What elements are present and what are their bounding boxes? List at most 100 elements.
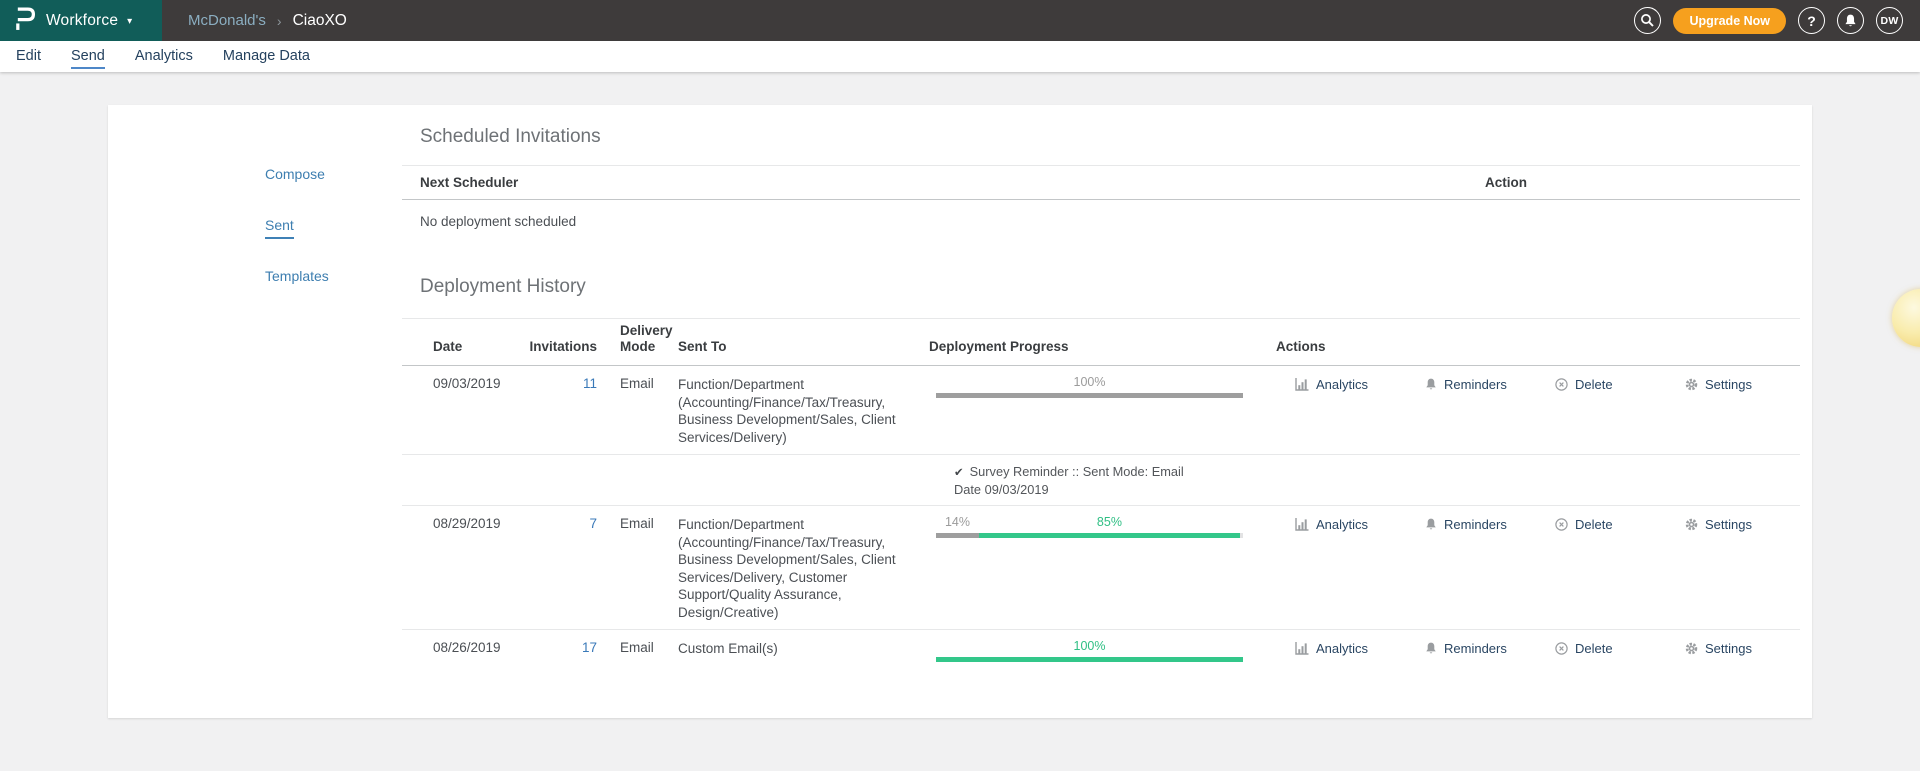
gear-icon — [1685, 642, 1698, 655]
sidebar-item-label: Templates — [265, 269, 329, 290]
product-switcher[interactable]: Workforce ▾ — [0, 0, 162, 41]
sent-to-text: Function/Department (Accounting/Finance/… — [678, 516, 903, 621]
progress-labels: 100% — [936, 376, 1243, 390]
history-table-header: Date Invitations Delivery Mode Sent To D… — [402, 318, 1800, 366]
scheduled-table-header: Next Scheduler Action — [402, 165, 1800, 200]
bar-chart-icon — [1295, 378, 1309, 391]
deployment-date: 08/29/2019 — [402, 516, 522, 531]
circled-x-icon — [1555, 378, 1568, 391]
circled-x-icon — [1555, 518, 1568, 531]
sidebar-item-compose[interactable]: Compose — [265, 167, 329, 188]
reminder-date: Date 09/03/2019 — [954, 482, 1800, 499]
settings-action-link[interactable]: Settings — [1685, 377, 1815, 392]
progress-bar — [936, 657, 1243, 662]
breadcrumb-org-link[interactable]: McDonald's — [188, 12, 266, 29]
deployment-progress-cell: 100% — [927, 640, 1274, 662]
analytics-action-link[interactable]: Analytics — [1295, 377, 1425, 392]
breadcrumb-current-page: CiaoXO — [293, 12, 347, 30]
invitations-cell: 7 — [522, 516, 597, 531]
sidebar-item-label: Compose — [265, 167, 325, 188]
deployment-progress-cell: 14%85% — [927, 516, 1274, 538]
user-avatar[interactable]: DW — [1876, 7, 1903, 34]
progress-bar-group: 100% — [936, 376, 1243, 398]
tab-analytics[interactable]: Analytics — [135, 44, 193, 69]
sent-to-text: Custom Email(s) — [678, 640, 903, 658]
search-button[interactable] — [1634, 7, 1661, 34]
progress-segment — [936, 393, 1243, 398]
column-sent-to: Sent To — [678, 339, 927, 355]
send-page-card: ComposeSentTemplates Scheduled Invitatio… — [108, 105, 1812, 718]
progress-percent-label: 100% — [936, 376, 1243, 390]
bell-icon — [1425, 642, 1437, 655]
action-label: Settings — [1705, 641, 1752, 656]
reminders-action-link[interactable]: Reminders — [1425, 517, 1555, 532]
settings-action-link[interactable]: Settings — [1685, 641, 1815, 656]
help-button[interactable]: ? — [1798, 7, 1825, 34]
action-label: Settings — [1705, 517, 1752, 532]
column-delivery-mode: Delivery Mode — [597, 323, 678, 355]
reminder-line: ✔Survey Reminder :: Sent Mode: Email — [954, 464, 1800, 482]
sent-to-text: Function/Department (Accounting/Finance/… — [678, 376, 903, 446]
sent-to-cell: Custom Email(s) — [678, 640, 927, 658]
progress-bar-group: 14%85% — [936, 516, 1243, 538]
feedback-bubble-button[interactable] — [1892, 289, 1920, 347]
check-icon: ✔ — [954, 467, 964, 479]
actions-cell: AnalyticsRemindersDelete Settings — [1274, 376, 1815, 392]
delete-action-link[interactable]: Delete — [1555, 377, 1685, 392]
delivery-mode: Email — [597, 640, 678, 655]
sent-to-cell: Function/Department (Accounting/Finance/… — [678, 376, 927, 446]
bell-icon — [1425, 378, 1437, 391]
settings-action-link[interactable]: Settings — [1685, 517, 1815, 532]
delete-action-link[interactable]: Delete — [1555, 517, 1685, 532]
top-bar: Workforce ▾ McDonald's › CiaoXO Upgrade … — [0, 0, 1920, 41]
tab-send[interactable]: Send — [71, 44, 105, 69]
send-side-nav: Compose Sent Templates — [265, 167, 329, 320]
history-table-row: 08/26/2019 17 Email Custom Email(s) 100%… — [402, 630, 1800, 673]
progress-percent-label: 85% — [979, 516, 1240, 530]
action-label: Analytics — [1316, 641, 1368, 656]
progress-percent-label: 100% — [936, 640, 1243, 654]
action-label: Analytics — [1316, 517, 1368, 532]
delivery-mode: Email — [597, 376, 678, 391]
topbar-actions: Upgrade Now ? DW — [1622, 0, 1920, 41]
invitations-cell: 17 — [522, 640, 597, 655]
progress-segment — [979, 533, 1240, 538]
analytics-action-link[interactable]: Analytics — [1295, 641, 1425, 656]
analytics-action-link[interactable]: Analytics — [1295, 517, 1425, 532]
upgrade-now-button[interactable]: Upgrade Now — [1673, 8, 1786, 34]
invitations-count-link[interactable]: 7 — [589, 516, 597, 531]
reminders-action-link[interactable]: Reminders — [1425, 641, 1555, 656]
notifications-button[interactable] — [1837, 7, 1864, 34]
tab-edit[interactable]: Edit — [16, 44, 41, 69]
scheduled-empty-text: No deployment scheduled — [402, 200, 1800, 230]
progress-bar-group: 100% — [936, 640, 1243, 662]
column-next-scheduler: Next Scheduler — [402, 175, 1485, 190]
deployment-progress-cell: 100% — [927, 376, 1274, 398]
deployment-history-title: Deployment History — [402, 276, 1800, 298]
progress-bar — [936, 393, 1243, 398]
delete-action-link[interactable]: Delete — [1555, 641, 1685, 656]
history-table-row: 09/03/2019 11 Email Function/Department … — [402, 366, 1800, 455]
tab-manage-data[interactable]: Manage Data — [223, 44, 310, 69]
progress-bar — [936, 533, 1243, 538]
gear-icon — [1685, 378, 1698, 391]
bell-icon — [1844, 14, 1857, 28]
sidebar-item-templates[interactable]: Templates — [265, 269, 329, 290]
progress-segment — [936, 657, 1243, 662]
column-date: Date — [402, 339, 522, 355]
bar-chart-icon — [1295, 518, 1309, 531]
invitations-count-link[interactable]: 11 — [583, 376, 597, 391]
breadcrumb-separator: › — [277, 13, 282, 29]
chevron-down-icon: ▾ — [127, 16, 132, 27]
invitations-count-link[interactable]: 17 — [582, 640, 597, 655]
bell-icon — [1425, 518, 1437, 531]
sidebar-item-sent[interactable]: Sent — [265, 218, 329, 239]
reminder-sub-row: ✔Survey Reminder :: Sent Mode: Email Dat… — [402, 455, 1800, 506]
action-label: Settings — [1705, 377, 1752, 392]
circled-x-icon — [1555, 642, 1568, 655]
survey-tab-bar: Edit Send Analytics Manage Data — [0, 41, 1920, 72]
reminders-action-link[interactable]: Reminders — [1425, 377, 1555, 392]
column-invitations: Invitations — [522, 339, 597, 355]
search-icon — [1640, 13, 1655, 28]
progress-segment — [936, 533, 979, 538]
